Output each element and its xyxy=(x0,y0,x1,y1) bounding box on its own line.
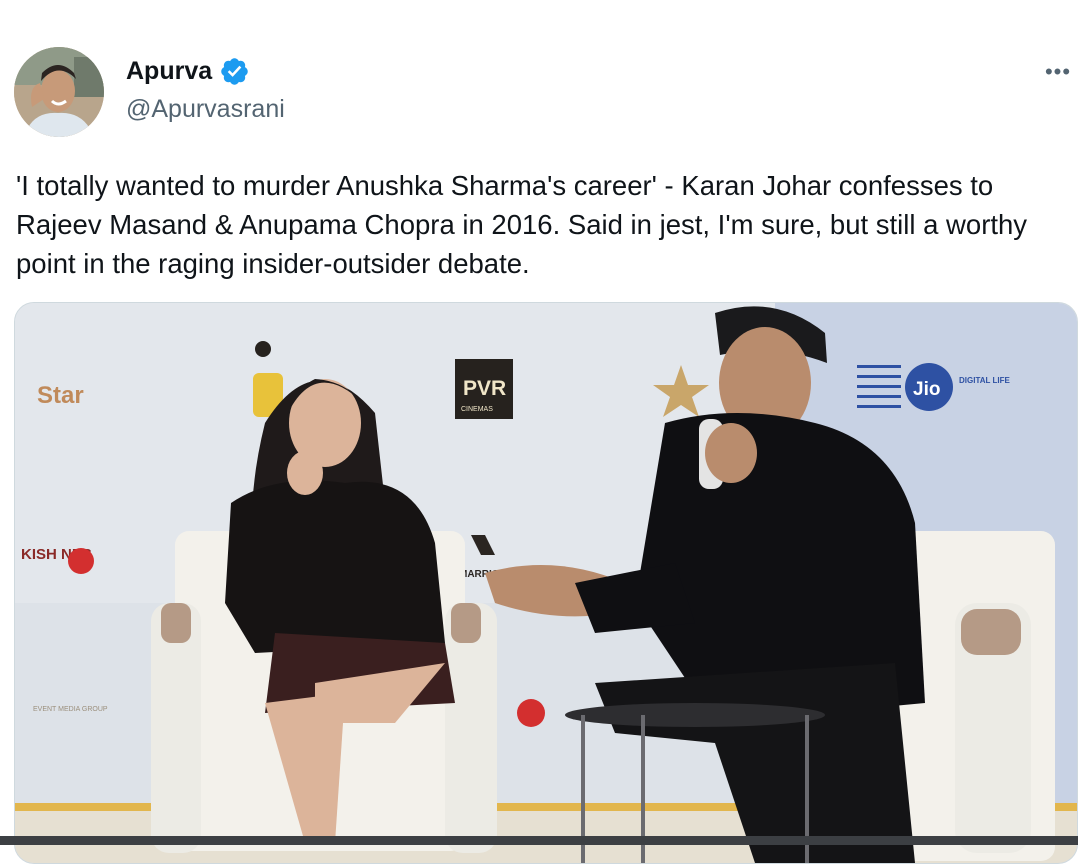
tweet-media[interactable]: Star PVR CINEMAS Jio DIGITAL LIFE KISH N… xyxy=(14,302,1078,864)
event-logo: EVENT MEDIA GROUP xyxy=(33,706,108,713)
avatar[interactable] xyxy=(14,47,104,137)
star-logo-text: Star xyxy=(37,382,84,409)
author-name-row: Apurva xyxy=(126,54,250,88)
author-display-name[interactable]: Apurva xyxy=(126,54,212,88)
star-logo: Star xyxy=(37,382,84,409)
pvr-sub-text: CINEMAS xyxy=(461,406,493,413)
jio-logo-text: Jio xyxy=(913,379,940,400)
author-handle[interactable]: @Apurvasrani xyxy=(126,92,285,126)
video-frame: Star PVR CINEMAS Jio DIGITAL LIFE KISH N… xyxy=(15,303,1077,863)
tweet-text: 'I totally wanted to murder Anushka Shar… xyxy=(16,170,1035,279)
jio-sub-text: DIGITAL LIFE xyxy=(959,376,1010,385)
pvr-logo-text: PVR xyxy=(463,377,506,400)
event-logo-text: EVENT MEDIA GROUP xyxy=(33,706,108,713)
verified-badge-icon xyxy=(219,56,250,87)
tweet-card: Apurva @Apurvasrani ••• 'I totally wante… xyxy=(0,0,1078,864)
pvr-logo: PVR CINEMAS xyxy=(455,359,513,419)
airline-logo-center xyxy=(517,699,545,727)
more-options-icon: ••• xyxy=(1044,59,1072,84)
more-options-button[interactable]: ••• xyxy=(1040,60,1076,84)
bottom-bar xyxy=(0,836,1078,845)
